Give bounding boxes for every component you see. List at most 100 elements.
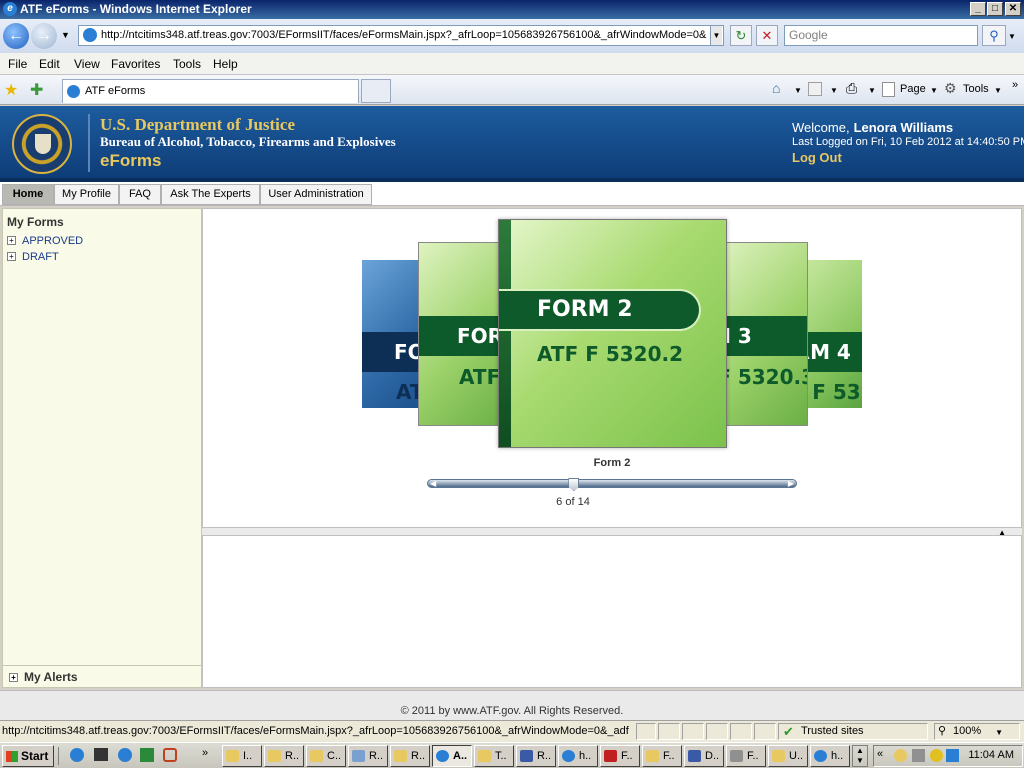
taskbar-button[interactable]: I.. [222, 745, 262, 767]
tree-item-draft[interactable]: + DRAFT [7, 251, 59, 263]
carousel-slider-track[interactable]: ◀ ▶ [427, 479, 797, 488]
back-button[interactable]: ← [3, 23, 29, 49]
page-menu[interactable]: Page [900, 83, 926, 95]
taskbar-button[interactable]: h.. [810, 745, 850, 767]
ie-logo-icon: e [3, 2, 17, 16]
mail-icon [772, 750, 785, 762]
home-dropdown-icon[interactable]: ▼ [794, 86, 802, 95]
security-zone[interactable]: ✔ Trusted sites [778, 723, 928, 740]
tools-menu[interactable]: Tools [963, 83, 989, 95]
menu-view[interactable]: View [74, 57, 100, 71]
tab-user-administration[interactable]: User Administration [260, 184, 372, 205]
tray-expand-icon[interactable]: « [877, 748, 883, 760]
menu-file[interactable]: File [8, 57, 27, 71]
tray-app-icon[interactable] [894, 749, 907, 762]
feeds-icon[interactable] [808, 82, 822, 96]
taskbar-button-label: h.. [831, 750, 844, 762]
slider-left-arrow-icon[interactable]: ◀ [430, 479, 436, 488]
menu-help[interactable]: Help [213, 57, 238, 71]
logout-link[interactable]: Log Out [792, 150, 842, 165]
address-bar-input[interactable]: http://ntcitims348.atf.treas.gov:7003/EF… [78, 25, 724, 46]
tree-item-label[interactable]: DRAFT [22, 251, 59, 263]
my-alerts-panel[interactable]: + My Alerts [3, 665, 201, 687]
print-dropdown-icon[interactable]: ▼ [868, 86, 876, 95]
address-toolbar: ← → ▼ http://ntcitims348.atf.treas.gov:7… [0, 19, 1024, 53]
new-tab-button[interactable] [361, 79, 391, 103]
browser-tab-atf-eforms[interactable]: ATF eForms [62, 79, 359, 103]
favorites-star-icon[interactable]: ★ [4, 80, 18, 100]
taskbar-button[interactable]: R.. [390, 745, 430, 767]
form-card-right[interactable]: FORM 3 ATF F 5320.3 [716, 242, 808, 426]
form-card-left[interactable]: FORM ATF F [418, 242, 508, 426]
search-input[interactable]: Google [784, 25, 978, 46]
department-title: U.S. Department of Justice [100, 115, 295, 134]
taskbar-button-label: R.. [369, 750, 384, 762]
minimize-button[interactable]: _ [970, 2, 986, 16]
tab-home[interactable]: Home [2, 184, 54, 205]
taskbar-button-label: h.. [579, 750, 592, 762]
taskbar-scroll-icon[interactable]: ▲ ▼ [852, 745, 868, 767]
tools-dropdown-icon[interactable]: ▼ [994, 86, 1002, 95]
maximize-button[interactable]: □ [987, 2, 1003, 16]
quicklaunch-more-icon[interactable]: » [202, 747, 208, 759]
more-commands-icon[interactable]: » [1012, 79, 1018, 91]
form-card-selected[interactable]: FORM 2 ATF F 5320.2 [498, 219, 727, 448]
security-shield-icon[interactable] [930, 749, 943, 762]
taskbar-button[interactable]: T.. [474, 745, 514, 767]
tree-item-label[interactable]: APPROVED [22, 235, 83, 247]
taskbar-button[interactable]: R.. [264, 745, 304, 767]
zoom-control[interactable]: ⚲ 100% ▼ [934, 723, 1020, 740]
search-icon[interactable]: ⚲ [982, 25, 1006, 46]
menu-tools[interactable]: Tools [173, 57, 201, 71]
taskbar-button[interactable]: D.. [684, 745, 724, 767]
tray-app-icon[interactable] [946, 749, 959, 762]
taskbar-button[interactable]: F.. [726, 745, 766, 767]
taskbar-button[interactable]: C.. [306, 745, 346, 767]
zoom-dropdown-icon[interactable]: ▼ [995, 725, 1003, 740]
menu-favorites[interactable]: Favorites [111, 57, 160, 71]
detail-panel [202, 535, 1022, 688]
page-dropdown-icon[interactable]: ▼ [930, 86, 938, 95]
network-icon[interactable] [912, 749, 925, 762]
app-quicklaunch-icon[interactable] [163, 748, 177, 762]
form-card-far-right[interactable]: FORM 4 ATF F 5320 [800, 260, 862, 408]
stop-button[interactable]: ✕ [756, 25, 778, 46]
taskbar-button[interactable]: U.. [768, 745, 808, 767]
home-icon[interactable]: ⌂ [772, 80, 780, 96]
taskbar-divider [58, 747, 59, 765]
tab-my-profile[interactable]: My Profile [54, 184, 119, 205]
tab-ask-the-experts[interactable]: Ask The Experts [161, 184, 260, 205]
panel-splitter[interactable]: ▲ [202, 528, 1022, 537]
taskbar-button[interactable]: R.. [348, 745, 388, 767]
add-favorite-icon[interactable]: ✚ [30, 80, 43, 100]
tree-item-approved[interactable]: + APPROVED [7, 235, 83, 247]
address-dropdown-icon[interactable]: ▼ [710, 26, 722, 45]
system-tray: « 11:04 AM [873, 745, 1023, 767]
excel-quicklaunch-icon[interactable] [140, 748, 154, 762]
expand-plus-icon[interactable]: + [7, 236, 16, 245]
close-window-button[interactable]: ✕ [1005, 2, 1021, 16]
slider-right-arrow-icon[interactable]: ▶ [788, 479, 794, 488]
ie-quicklaunch-icon[interactable] [70, 748, 84, 762]
recent-pages-dropdown-icon[interactable]: ▼ [61, 30, 70, 40]
print-icon[interactable]: ⎙ [846, 80, 857, 97]
taskbar-button[interactable]: F.. [600, 745, 640, 767]
menu-edit[interactable]: Edit [39, 57, 60, 71]
search-options-icon[interactable]: ▼ [1008, 32, 1016, 41]
expand-plus-icon[interactable]: + [7, 252, 16, 261]
start-button[interactable]: Start [2, 745, 54, 767]
forward-button[interactable]: → [31, 23, 57, 49]
taskbar-button[interactable]: F.. [642, 745, 682, 767]
word-icon [688, 750, 701, 762]
taskbar-button[interactable]: h.. [558, 745, 598, 767]
taskbar-button-label: F.. [747, 750, 759, 762]
feeds-dropdown-icon[interactable]: ▼ [830, 86, 838, 95]
taskbar-button[interactable]: R.. [516, 745, 556, 767]
ie-icon [436, 750, 449, 762]
taskbar-button-active[interactable]: A.. [432, 745, 472, 767]
tab-faq[interactable]: FAQ [119, 184, 161, 205]
refresh-button[interactable]: ↻ [730, 25, 752, 46]
desktop-quicklaunch-icon[interactable] [94, 748, 108, 761]
ie-quicklaunch-icon[interactable] [118, 748, 132, 762]
expand-plus-icon[interactable]: + [9, 673, 18, 682]
